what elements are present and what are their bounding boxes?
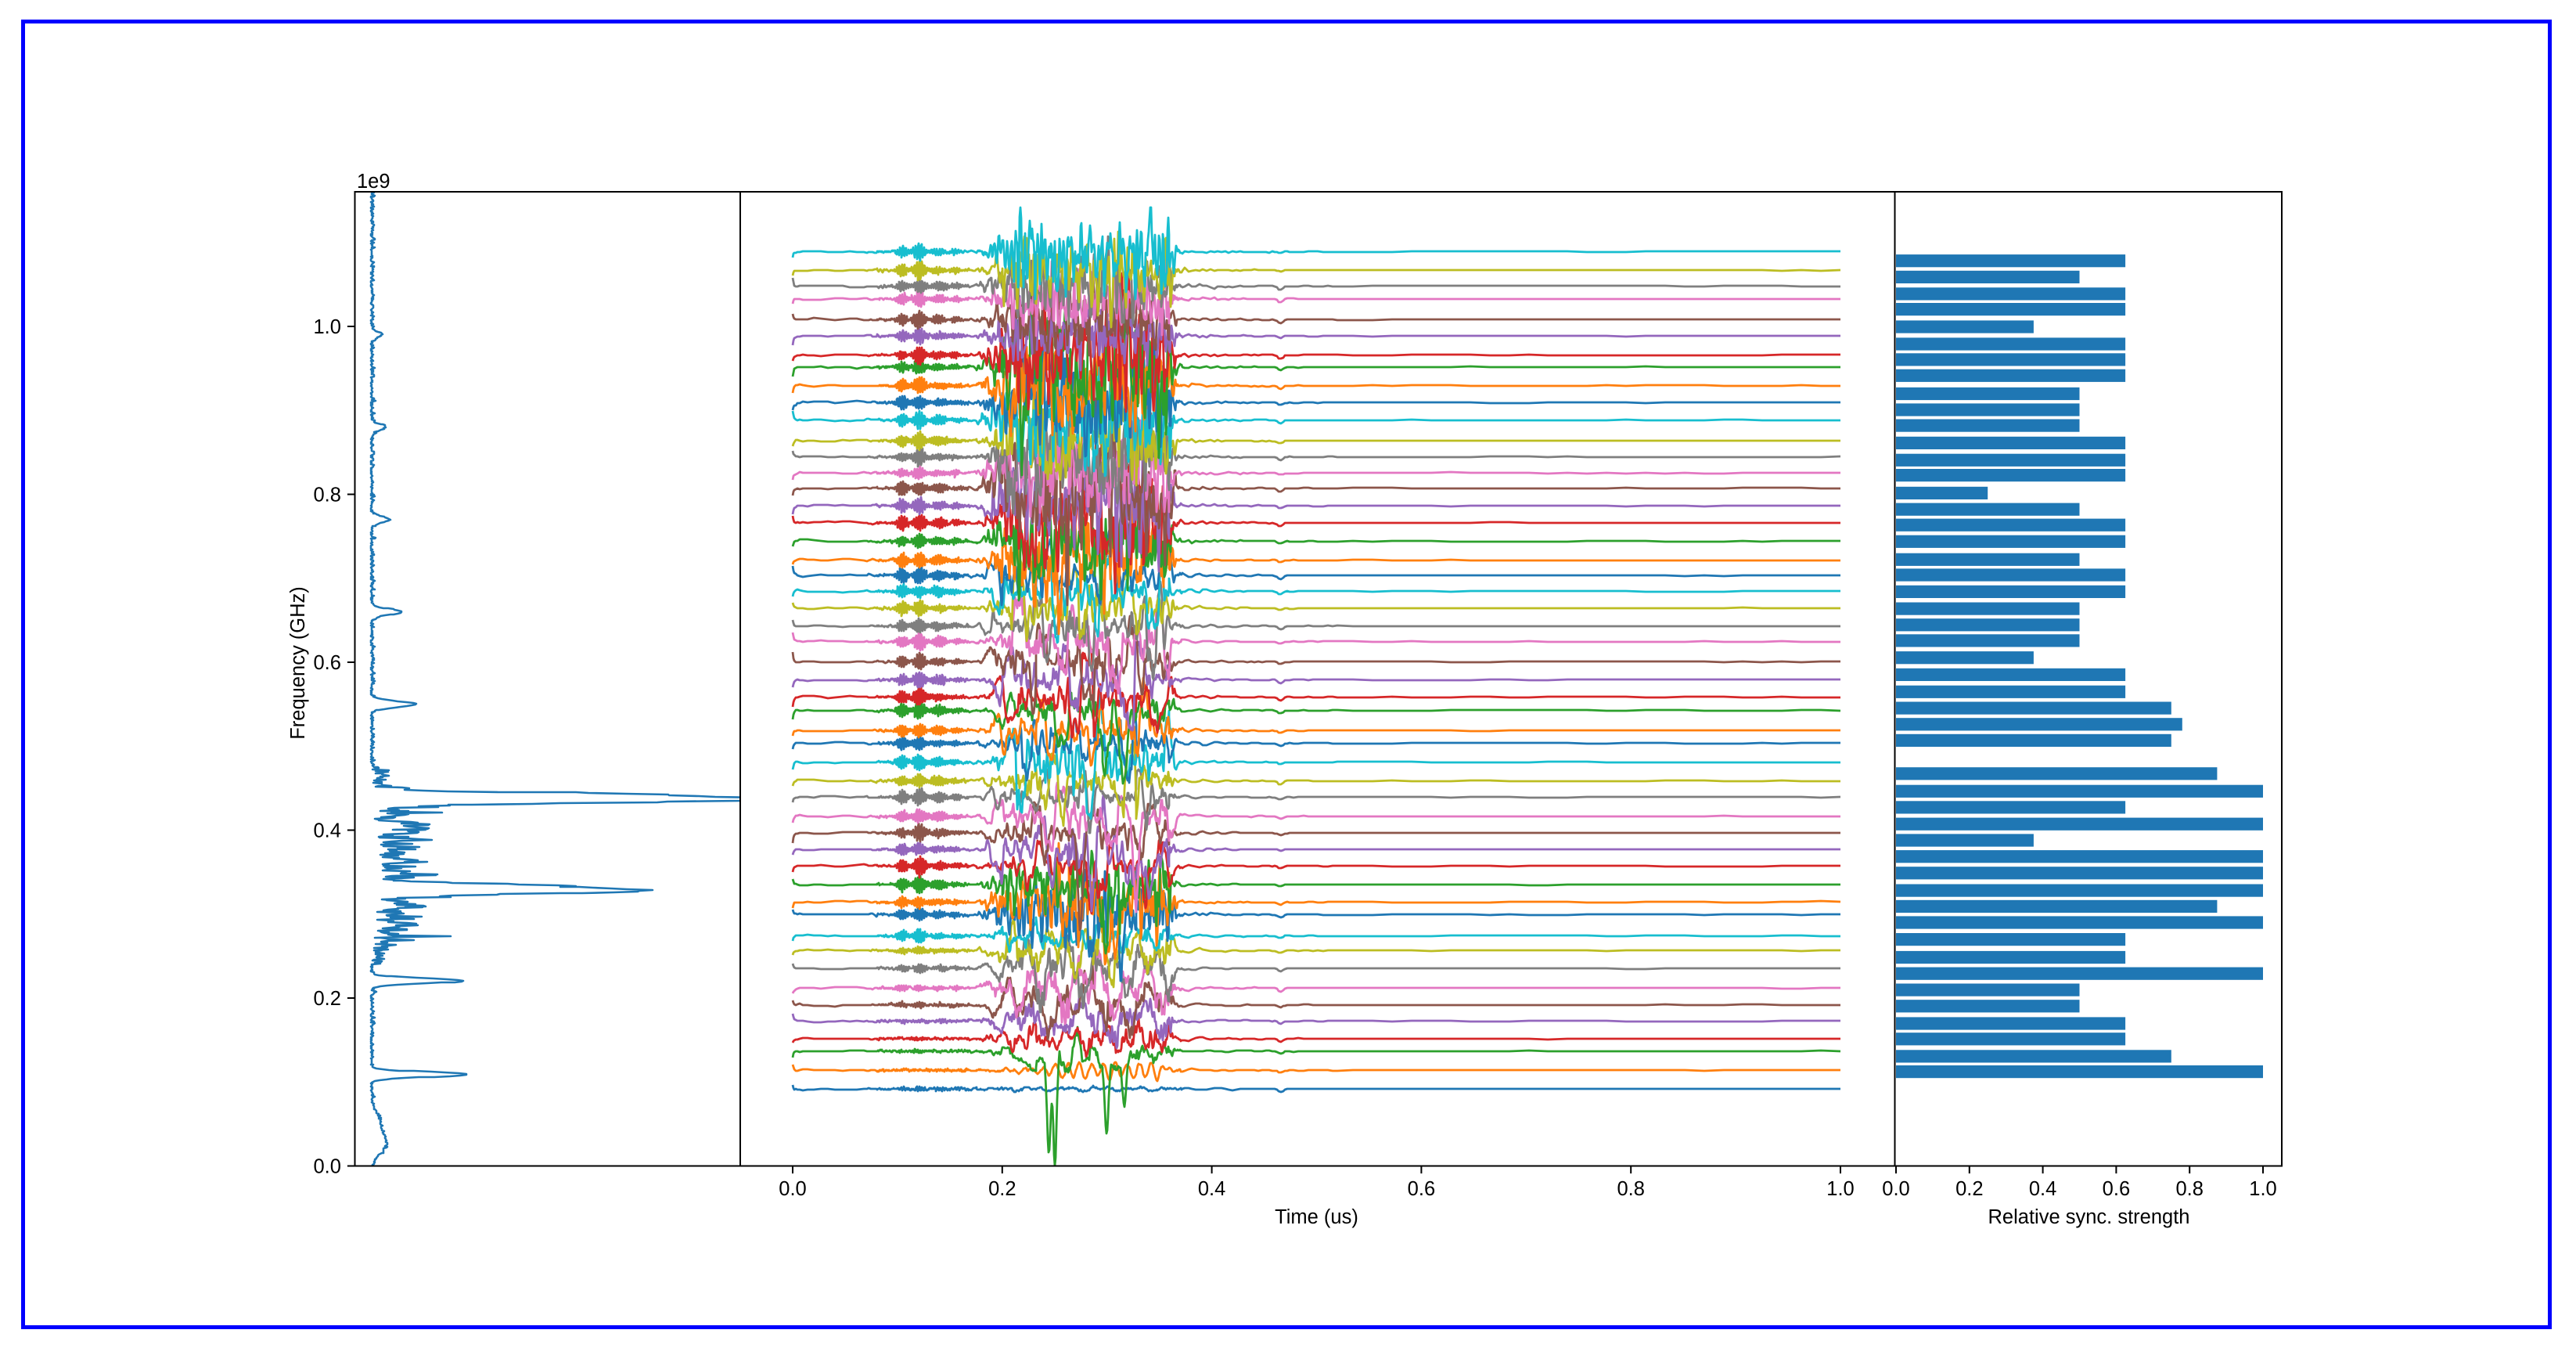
svg-text:0.6: 0.6 (1408, 1178, 1435, 1200)
svg-text:Time (us): Time (us) (1275, 1206, 1358, 1228)
svg-text:0.4: 0.4 (2029, 1178, 2056, 1200)
svg-text:0.0: 0.0 (313, 1155, 340, 1177)
svg-text:1.0: 1.0 (2249, 1178, 2276, 1200)
svg-text:0.2: 0.2 (1955, 1178, 1983, 1200)
svg-text:Frequency (GHz): Frequency (GHz) (287, 586, 309, 740)
svg-text:1e9: 1e9 (357, 171, 390, 193)
svg-text:0.6: 0.6 (313, 652, 340, 674)
svg-text:0.8: 0.8 (313, 484, 340, 506)
svg-text:1.0: 1.0 (1826, 1178, 1854, 1200)
svg-text:Relative sync. strength: Relative sync. strength (1988, 1206, 2190, 1228)
svg-text:0.0: 0.0 (1882, 1178, 1909, 1200)
svg-text:0.0: 0.0 (779, 1178, 806, 1200)
svg-text:0.8: 0.8 (2175, 1178, 2203, 1200)
svg-text:1.0: 1.0 (313, 316, 340, 338)
svg-text:0.4: 0.4 (313, 820, 340, 841)
svg-text:0.6: 0.6 (2103, 1178, 2130, 1200)
svg-text:0.2: 0.2 (988, 1178, 1016, 1200)
svg-text:0.4: 0.4 (1198, 1178, 1225, 1200)
svg-text:0.2: 0.2 (313, 988, 340, 1010)
svg-text:0.8: 0.8 (1617, 1178, 1644, 1200)
